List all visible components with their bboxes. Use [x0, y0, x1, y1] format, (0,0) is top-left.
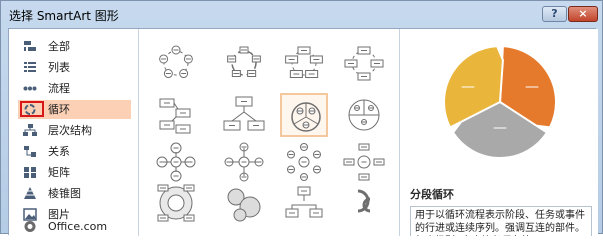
category-label: 流程 — [48, 82, 70, 95]
category-item-list[interactable]: 列表 — [18, 58, 131, 77]
layout-thumbnail-graphic — [224, 142, 264, 182]
layout-thumbnail-graphic — [287, 143, 321, 181]
list-icon — [23, 61, 37, 74]
layout-gallery — [139, 29, 397, 236]
layout-thumbnail-graphic — [223, 96, 265, 131]
layout-thumbnail[interactable] — [340, 181, 388, 225]
smartart-dialog: 选择 SmartArt 图形 ? × 全部 列表 流程 循环 层次结构 关系 矩… — [0, 0, 603, 236]
segment-label: — — [493, 120, 507, 136]
category-label: 列表 — [48, 61, 70, 74]
category-item-process[interactable]: 流程 — [18, 79, 131, 98]
help-button[interactable]: ? — [542, 6, 567, 22]
layout-thumbnail[interactable] — [152, 41, 200, 85]
layout-thumbnail-graphic — [285, 186, 323, 218]
category-label: 矩阵 — [48, 166, 70, 179]
category-label: 层次结构 — [48, 124, 92, 137]
category-item-all[interactable]: 全部 — [18, 37, 131, 56]
layout-thumbnail-graphic — [159, 45, 193, 79]
layout-thumbnail-graphic — [285, 46, 323, 79]
category-item-matrix[interactable]: 矩阵 — [18, 163, 131, 182]
segment-label: — — [461, 79, 475, 95]
matrix-icon — [23, 166, 37, 179]
layout-thumbnail[interactable] — [152, 181, 200, 225]
layout-thumbnail[interactable] — [280, 93, 328, 137]
category-item-pyramid[interactable]: 棱锥图 — [18, 184, 131, 203]
layout-thumbnail[interactable] — [340, 93, 388, 137]
layout-thumbnail[interactable] — [152, 140, 200, 184]
window-title: 选择 SmartArt 图形 — [9, 9, 119, 23]
layout-thumbnail[interactable] — [280, 41, 328, 85]
category-label: 棱锥图 — [48, 187, 81, 200]
category-item-office-com[interactable]: Office.com — [18, 217, 131, 236]
layout-thumbnail-graphic — [344, 46, 384, 81]
office-icon — [23, 220, 37, 233]
all-icon — [23, 40, 37, 53]
cycle-icon — [23, 103, 37, 116]
close-button[interactable]: × — [568, 6, 598, 22]
category-item-cycle[interactable]: 循环 — [18, 100, 131, 119]
layout-thumbnail-graphic — [343, 143, 385, 181]
layout-thumbnail[interactable] — [220, 140, 268, 184]
layout-thumbnail[interactable] — [340, 41, 388, 85]
preview-pane: — — — 分段循环 用于以循环流程表示阶段、任务或事件的行进或连续序列。强调互连的… — [399, 29, 598, 236]
dialog-body: 全部 列表 流程 循环 层次结构 关系 矩阵 棱锥图 图片 Office.com… — [8, 28, 598, 236]
preview-description: 用于以循环流程表示阶段、任务或事件的行进或连续序列。强调互连的部件。每个级别1文… — [410, 206, 592, 236]
layout-thumbnail-graphic — [227, 188, 261, 222]
category-label: 全部 — [48, 40, 70, 53]
category-item-hierarchy[interactable]: 层次结构 — [18, 121, 131, 140]
process-icon — [23, 82, 37, 95]
layout-thumbnail-graphic — [357, 189, 371, 213]
layout-thumbnail[interactable] — [152, 93, 200, 137]
title-bar: 选择 SmartArt 图形 ? × — [1, 1, 602, 27]
segmented-cycle-preview: — — — — [443, 45, 557, 159]
layout-thumbnail-graphic — [157, 184, 195, 222]
layout-thumbnail[interactable] — [280, 140, 328, 184]
layout-thumbnail-graphic — [156, 142, 196, 182]
layout-thumbnail-graphic — [348, 99, 380, 131]
relationship-icon — [23, 145, 37, 158]
category-label: 关系 — [48, 145, 70, 158]
layout-thumbnail-graphic — [159, 98, 191, 134]
pyramid-icon — [23, 187, 37, 200]
layout-thumbnail[interactable] — [220, 93, 268, 137]
segment-label: — — [525, 79, 539, 95]
layout-thumbnail-graphic — [291, 102, 321, 132]
category-label: Office.com — [48, 220, 108, 233]
layout-thumbnail[interactable] — [220, 181, 268, 225]
category-item-relationship[interactable]: 关系 — [18, 142, 131, 161]
hierarchy-icon — [23, 124, 37, 137]
category-list: 全部 列表 流程 循环 层次结构 关系 矩阵 棱锥图 图片 Office.com — [9, 29, 139, 236]
preview-title: 分段循环 — [410, 188, 454, 201]
layout-thumbnail[interactable] — [280, 181, 328, 225]
layout-thumbnail-graphic — [227, 46, 261, 78]
layout-thumbnail[interactable] — [220, 41, 268, 85]
category-label: 循环 — [48, 103, 70, 116]
layout-thumbnail[interactable] — [340, 140, 388, 184]
